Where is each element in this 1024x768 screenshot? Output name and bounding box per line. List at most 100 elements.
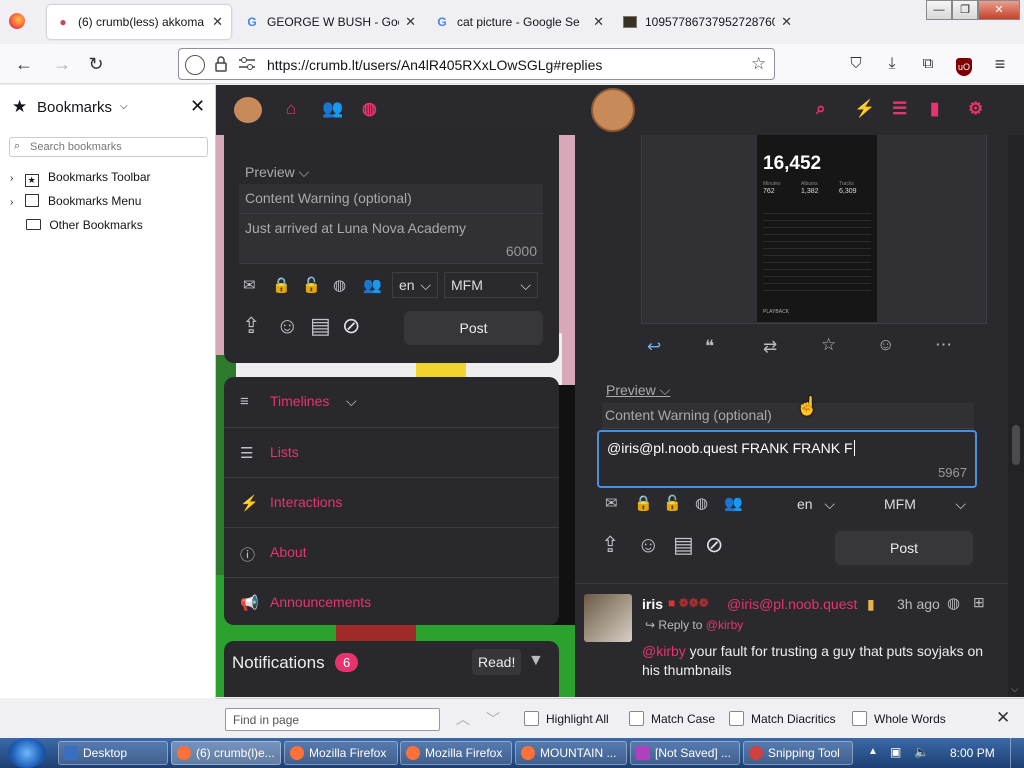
chevron-right-icon[interactable]: › (10, 173, 13, 184)
post-button[interactable]: Post (404, 311, 543, 345)
find-previous-icon[interactable]: ︿ (456, 709, 470, 729)
list-icon[interactable]: ☰ (892, 99, 907, 119)
expand-icon[interactable]: ⊞ (973, 594, 985, 611)
site-logo-icon[interactable] (591, 88, 635, 132)
reply-text-input[interactable]: @iris@pl.noob.quest FRANK FRANK F 5967 (597, 430, 977, 488)
gear-icon[interactable]: ⚙ (968, 99, 983, 119)
search-icon[interactable]: ⌕ (816, 99, 826, 119)
find-next-icon[interactable]: ﹀ (486, 709, 500, 729)
bookmark-star-icon[interactable]: ☆ (751, 54, 766, 74)
scroll-down-icon[interactable]: ⌵ (1011, 684, 1019, 695)
highlight-all-checkbox[interactable] (524, 711, 539, 726)
find-input[interactable]: Find in page (225, 708, 440, 731)
content-warning-input[interactable]: Content Warning (optional) (602, 403, 974, 429)
reply-to-link[interactable]: @kirby (706, 618, 744, 632)
taskbar-desktop[interactable]: Desktop (58, 741, 168, 765)
close-tab-icon[interactable]: ✕ (405, 14, 416, 30)
unlock-icon[interactable]: 🔓 (302, 276, 321, 294)
show-desktop-button[interactable] (1010, 738, 1024, 768)
shield-icon[interactable] (185, 55, 205, 75)
users-icon[interactable]: 👥 (724, 494, 743, 512)
page-scrollbar[interactable]: ⌵ (1008, 135, 1024, 697)
repeat-icon[interactable]: ⇄ (763, 337, 777, 357)
firefox-menu-icon[interactable] (9, 13, 25, 29)
emoji-icon[interactable]: ☺ (637, 532, 659, 558)
close-window-button[interactable]: ✕ (978, 0, 1020, 20)
cookie-logo-icon[interactable] (234, 97, 262, 123)
globe-icon[interactable]: ◍ (333, 276, 346, 294)
start-button[interactable] (8, 738, 46, 768)
other-bookmarks-folder[interactable]: Other Bookmarks (26, 218, 143, 232)
reply-icon[interactable]: ↩ (647, 337, 661, 357)
display-name[interactable]: iris (642, 596, 663, 612)
users-icon[interactable]: 👥 (363, 276, 382, 294)
post-text-input[interactable]: Just arrived at Luna Nova Academy 6000 (239, 214, 543, 264)
poll-icon[interactable]: ▤ (310, 313, 331, 339)
back-button[interactable]: ← (12, 52, 36, 76)
taskbar-crumb[interactable]: (6) crumb(l)e... (171, 741, 281, 765)
scrollbar-thumb[interactable] (1012, 425, 1020, 465)
taskbar-firefox-1[interactable]: Mozilla Firefox (284, 741, 398, 765)
tab-crumbless[interactable]: ● (6) crumb(less) akkoma ✕ (47, 5, 231, 39)
url-bar[interactable]: https://crumb.lt/users/An4lR405RXxLOwSGL… (178, 48, 775, 80)
volume-icon[interactable]: 🔈 (914, 745, 929, 759)
menu-item-lists[interactable]: ☰ Lists (224, 427, 559, 477)
permissions-icon[interactable] (239, 57, 255, 74)
timestamp[interactable]: 3h ago (897, 596, 940, 612)
preview-toggle[interactable]: Preview ⌵ (245, 164, 309, 181)
format-select[interactable]: MFM ⌵ (444, 272, 538, 298)
forward-button[interactable]: → (50, 52, 74, 76)
user-handle[interactable]: @iris@pl.noob.quest (727, 596, 857, 612)
close-tab-icon[interactable]: ✕ (781, 14, 792, 30)
minimize-button[interactable]: — (926, 0, 952, 20)
globe-icon[interactable]: ◍ (695, 494, 708, 512)
network-icon[interactable]: ▣ (890, 745, 901, 759)
mention-link[interactable]: @kirby (642, 643, 686, 659)
unlock-icon[interactable]: 🔓 (663, 494, 682, 512)
downloads-icon[interactable]: ⤓ (880, 52, 904, 76)
emoji-react-icon[interactable]: ☺ (877, 335, 894, 355)
tab-image[interactable]: 10957786737952728760 ✕ (614, 5, 800, 39)
more-icon[interactable]: ⋯ (935, 335, 952, 355)
lock-icon[interactable]: 🔒 (272, 276, 291, 294)
preview-toggle[interactable]: Preview ⌵ (606, 382, 670, 399)
whole-words-checkbox[interactable] (852, 711, 867, 726)
ublock-icon[interactable]: uO (952, 52, 976, 76)
tab-cat-picture[interactable]: G cat picture - Google Se ✕ (426, 5, 612, 39)
upload-icon[interactable]: ⇪ (242, 313, 260, 339)
extensions-icon[interactable]: ⧉ (916, 52, 940, 76)
taskbar-not-saved[interactable]: [Not Saved] ... (630, 741, 740, 765)
match-case-checkbox[interactable] (629, 711, 644, 726)
bolt-icon[interactable]: ⚡ (854, 99, 875, 119)
close-tab-icon[interactable]: ✕ (212, 14, 223, 30)
reload-button[interactable]: ↻ (84, 52, 108, 76)
home-icon[interactable]: ⌂ (286, 99, 296, 119)
post-button[interactable]: Post (835, 531, 973, 565)
menu-item-timelines[interactable]: ≡ Timelines ⌵ (224, 377, 559, 427)
pocket-icon[interactable]: ⛉ (844, 52, 868, 76)
match-diacritics-checkbox[interactable] (729, 711, 744, 726)
sidebar-title[interactable]: Bookmarks (37, 99, 112, 116)
media-attachment[interactable]: 16,452 Minutes Albums Tracks 762 1,382 6… (641, 135, 987, 324)
close-sidebar-icon[interactable]: ✕ (190, 96, 205, 117)
bookmark-icon[interactable]: ▮ (930, 99, 939, 119)
quote-icon[interactable]: ❝ (705, 337, 714, 357)
envelope-icon[interactable]: ✉ (605, 494, 618, 512)
tray-expand-icon[interactable]: ▲ (868, 746, 878, 757)
taskbar-firefox-2[interactable]: Mozilla Firefox (400, 741, 512, 765)
bookmark-toolbar-folder[interactable]: › ★ Bookmarks Toolbar (10, 170, 151, 187)
taskbar-mountain[interactable]: MOUNTAIN ... (515, 741, 627, 765)
chevron-down-icon[interactable]: ⌵ (346, 393, 357, 410)
mark-read-button[interactable]: Read! (472, 649, 522, 675)
bookmark-menu-folder[interactable]: › Bookmarks Menu (10, 194, 141, 208)
menu-item-about[interactable]: ⓘ About (224, 527, 559, 577)
menu-icon[interactable]: ≡ (988, 52, 1012, 76)
taskbar-snipping-tool[interactable]: Snipping Tool (743, 741, 853, 765)
chevron-down-icon[interactable]: ⌵ (120, 101, 128, 112)
close-tab-icon[interactable]: ✕ (593, 14, 604, 30)
avatar[interactable] (584, 594, 632, 642)
favorite-star-icon[interactable]: ☆ (821, 335, 836, 355)
hide-eye-icon[interactable]: ⊘ (705, 532, 723, 558)
content-warning-input[interactable]: Content Warning (optional) (239, 184, 543, 214)
format-select[interactable]: MFM ⌵ (877, 491, 973, 517)
